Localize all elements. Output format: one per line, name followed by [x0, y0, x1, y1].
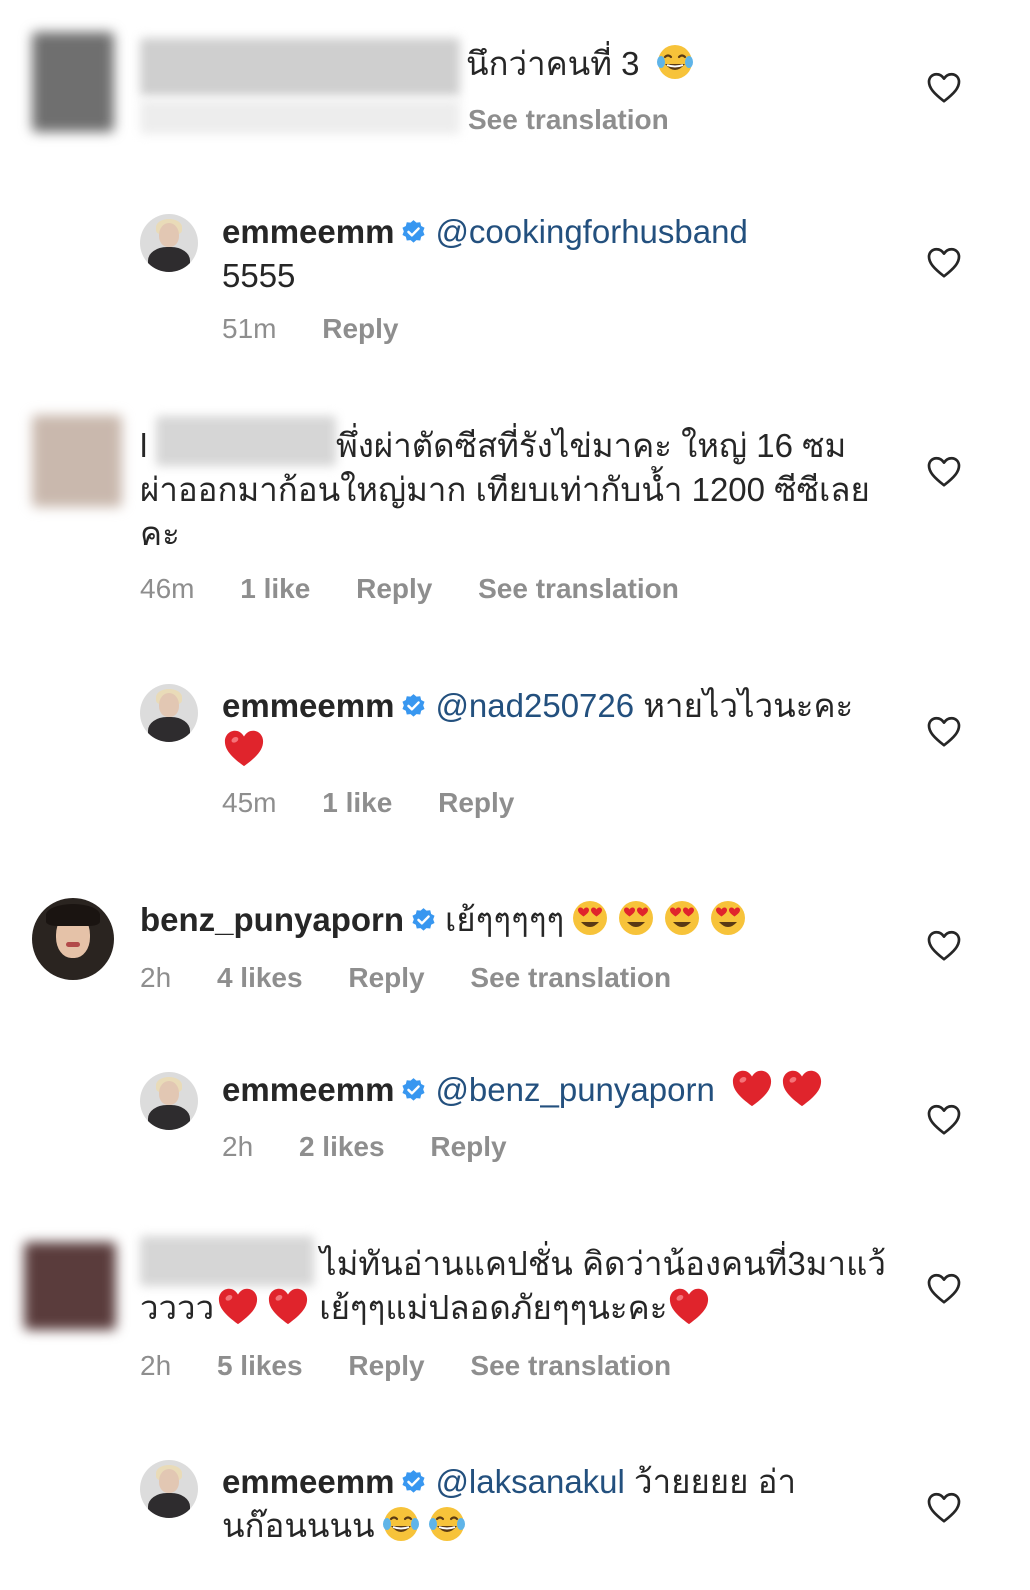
comment-meta: See translation: [468, 104, 707, 136]
avatar[interactable]: [140, 1460, 198, 1518]
comment-meta: 45m 1 like Reply: [222, 787, 552, 819]
like-heart-icon[interactable]: [926, 245, 962, 279]
comment-body-line-1: พึ่งผ่าตัดซีสที่รังไข่มาคะ ใหญ่ 16 ซม: [336, 427, 847, 464]
red-heart-icon: [222, 728, 266, 768]
like-count[interactable]: 2 likes: [299, 1131, 385, 1163]
comment-body: นึกว่าคนที่ 3: [466, 45, 640, 82]
username[interactable]: benz_punyaporn: [140, 901, 404, 938]
comment-meta: 2h 4 likes Reply See translation: [140, 962, 709, 994]
timestamp: 45m: [222, 787, 277, 818]
comment-body: 5555: [222, 257, 296, 294]
reply-button[interactable]: Reply: [348, 962, 424, 994]
mention-link[interactable]: @cookingforhusband: [435, 213, 747, 250]
comment-text: emmeemm @nad250726 หายไวไวนะคะ: [222, 684, 853, 772]
like-heart-icon[interactable]: [926, 70, 962, 104]
avatar[interactable]: [24, 1242, 116, 1330]
verified-badge-icon: [410, 907, 437, 934]
verified-badge-icon: [400, 1077, 427, 1104]
timestamp: 46m: [140, 573, 195, 604]
red-heart-icon: [780, 1068, 824, 1108]
comment-text: ไม่ทันอ่านแคปชั่น คิดว่าน้องคนที่3มาแว้ …: [140, 1242, 886, 1330]
reply-button[interactable]: Reply: [322, 313, 398, 345]
comment-meta: 51m Reply: [222, 313, 437, 345]
red-heart-icon: [266, 1286, 310, 1326]
like-heart-icon[interactable]: [926, 1490, 962, 1524]
joy-emoji-icon: [427, 1504, 467, 1544]
avatar[interactable]: [140, 1072, 198, 1130]
reply-button[interactable]: Reply: [430, 1131, 506, 1163]
mention-link[interactable]: @nad250726: [435, 687, 634, 724]
heart-eyes-emoji-icon: [616, 898, 656, 938]
like-count[interactable]: 1 like: [240, 573, 310, 605]
username[interactable]: emmeemm: [222, 1071, 394, 1108]
username-fragment: l: [140, 427, 148, 464]
comment-text: emmeemm @laksanakul ว้ายยยย อ่า นก๊อนนนน: [222, 1460, 796, 1548]
timestamp: 2h: [222, 1131, 254, 1162]
comment-body-line-2: ผ่าออกมาก้อนใหญ่มาก เทียบเท่ากับน้ำ 1200…: [140, 471, 870, 508]
red-heart-icon: [730, 1068, 774, 1108]
like-count[interactable]: 4 likes: [217, 962, 303, 994]
comment-text: l พึ่งผ่าตัดซีสที่รังไข่มาคะ ใหญ่ 16 ซม ผ…: [140, 424, 870, 556]
red-heart-icon: [667, 1286, 711, 1326]
see-translation-button[interactable]: See translation: [468, 104, 669, 136]
comment-text: emmeemm @benz_punyaporn: [222, 1068, 824, 1112]
username[interactable]: emmeemm: [222, 1463, 394, 1500]
heart-eyes-emoji-icon: [570, 898, 610, 938]
like-heart-icon[interactable]: [926, 454, 962, 488]
avatar[interactable]: [32, 32, 114, 132]
joy-emoji-icon: [381, 1504, 421, 1544]
comment-text: benz_punyaporn เย้ๆๆๆๆๆ: [140, 898, 748, 942]
joy-emoji-icon: [655, 42, 695, 82]
username[interactable]: emmeemm: [222, 687, 394, 724]
like-count[interactable]: 5 likes: [217, 1350, 303, 1382]
verified-badge-icon: [400, 693, 427, 720]
comment-text: นึกว่าคนที่ 3: [466, 42, 695, 86]
comment-meta: 2h 2 likes Reply: [222, 1131, 545, 1163]
avatar[interactable]: [32, 415, 122, 507]
heart-eyes-emoji-icon: [708, 898, 748, 938]
heart-eyes-emoji-icon: [662, 898, 702, 938]
like-heart-icon[interactable]: [926, 714, 962, 748]
comment-body-line-2: นก๊อนนนน: [222, 1507, 375, 1544]
comment-meta: 2h 5 likes Reply See translation: [140, 1350, 709, 1382]
see-translation-button[interactable]: See translation: [470, 962, 671, 994]
timestamp: 2h: [140, 962, 172, 993]
reply-button[interactable]: Reply: [356, 573, 432, 605]
see-translation-button[interactable]: See translation: [478, 573, 679, 605]
comment-body-line-2a: วววว: [140, 1289, 215, 1326]
comment-meta: 46m 1 like Reply See translation: [140, 573, 717, 605]
avatar[interactable]: [140, 214, 198, 272]
comment-body-line-2b: เย้ๆๆแม่ปลอดภัยๆๆนะคะ: [319, 1289, 668, 1326]
reply-button[interactable]: Reply: [348, 1350, 424, 1382]
avatar[interactable]: [32, 898, 114, 980]
like-count[interactable]: 1 like: [322, 787, 392, 819]
comment-body-line-1: ไม่ทันอ่านแคปชั่น คิดว่าน้องคนที่3มาแว้: [320, 1245, 886, 1282]
comment-body: เย้ๆๆๆๆๆ: [445, 901, 565, 938]
comment-text: emmeemm @cookingforhusband 5555: [222, 210, 748, 298]
redacted-username: [140, 38, 460, 96]
timestamp: 2h: [140, 1350, 172, 1381]
verified-badge-icon: [400, 219, 427, 246]
like-heart-icon[interactable]: [926, 1102, 962, 1136]
mention-link[interactable]: @laksanakul: [435, 1463, 624, 1500]
reply-button[interactable]: Reply: [438, 787, 514, 819]
verified-badge-icon: [400, 1469, 427, 1496]
avatar[interactable]: [140, 684, 198, 742]
like-heart-icon[interactable]: [926, 928, 962, 962]
like-heart-icon[interactable]: [926, 1271, 962, 1305]
comment-body-line-3: คะ: [140, 515, 180, 552]
red-heart-icon: [216, 1286, 260, 1326]
timestamp: 51m: [222, 313, 277, 344]
see-translation-button[interactable]: See translation: [470, 1350, 671, 1382]
comment-body: หายไวไวนะคะ: [643, 687, 854, 724]
comment-body-line-1: ว้ายยยย อ่า: [634, 1463, 796, 1500]
username[interactable]: emmeemm: [222, 213, 394, 250]
redacted-meta: [140, 100, 460, 134]
mention-link[interactable]: @benz_punyaporn: [435, 1071, 714, 1108]
